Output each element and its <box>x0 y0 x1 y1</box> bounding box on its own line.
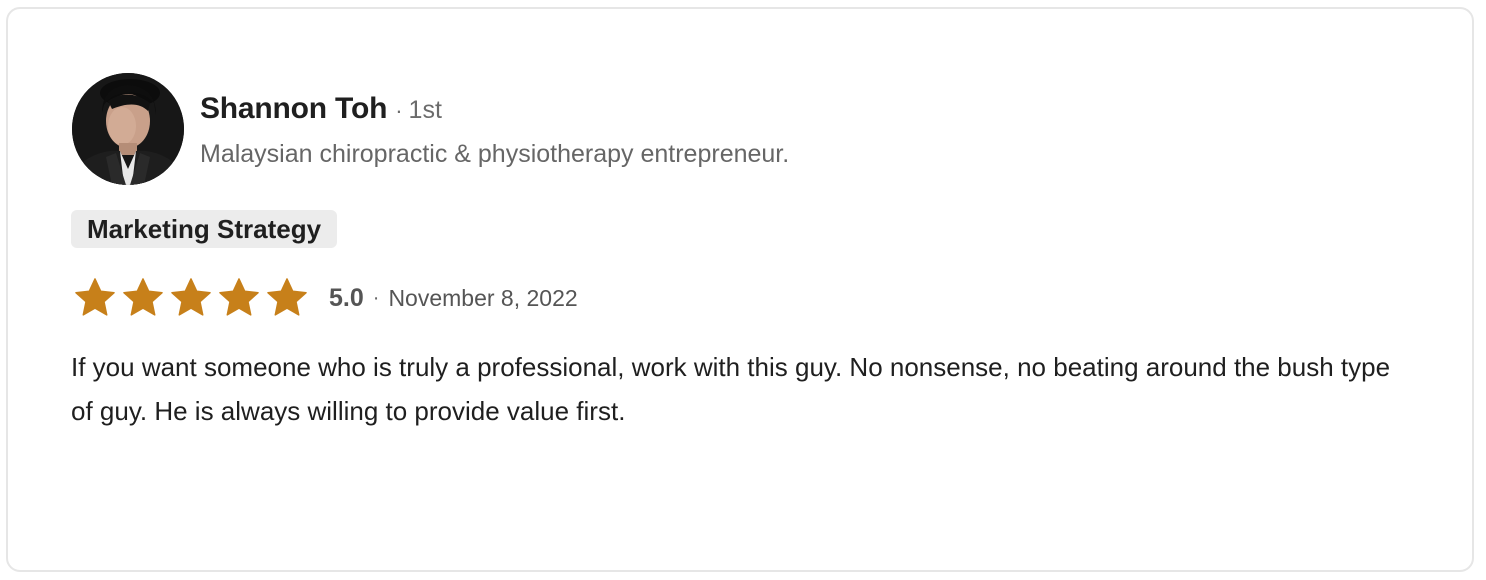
reviewer-name-row: Shannon Toh · 1st <box>200 91 442 132</box>
reviewer-avatar[interactable] <box>72 73 184 185</box>
reviewer-photo <box>72 73 184 185</box>
rating-separator: · <box>372 286 380 309</box>
name-separator: · <box>395 98 403 123</box>
rating-score: 5.0 <box>329 283 364 312</box>
review-text: If you want someone who is truly a profe… <box>71 352 1391 426</box>
star-icon <box>73 276 117 320</box>
star-icon <box>217 276 261 320</box>
reviewer-name[interactable]: Shannon Toh <box>200 92 387 125</box>
star-icon <box>121 276 165 320</box>
review-date: November 8, 2022 <box>388 284 578 311</box>
reviewer-headline: Malaysian chiropractic & physiotherapy e… <box>200 140 790 168</box>
review-card: Shannon Toh · 1st Malaysian chiropractic &… <box>6 7 1474 572</box>
star-icon <box>265 276 309 320</box>
connection-degree: 1st <box>408 96 442 124</box>
star-icon <box>169 276 213 320</box>
skill-badge: Marketing Strategy <box>71 210 338 248</box>
rating-row: 5.0 · November 8, 2022 <box>73 273 578 323</box>
star-rating <box>73 276 313 320</box>
